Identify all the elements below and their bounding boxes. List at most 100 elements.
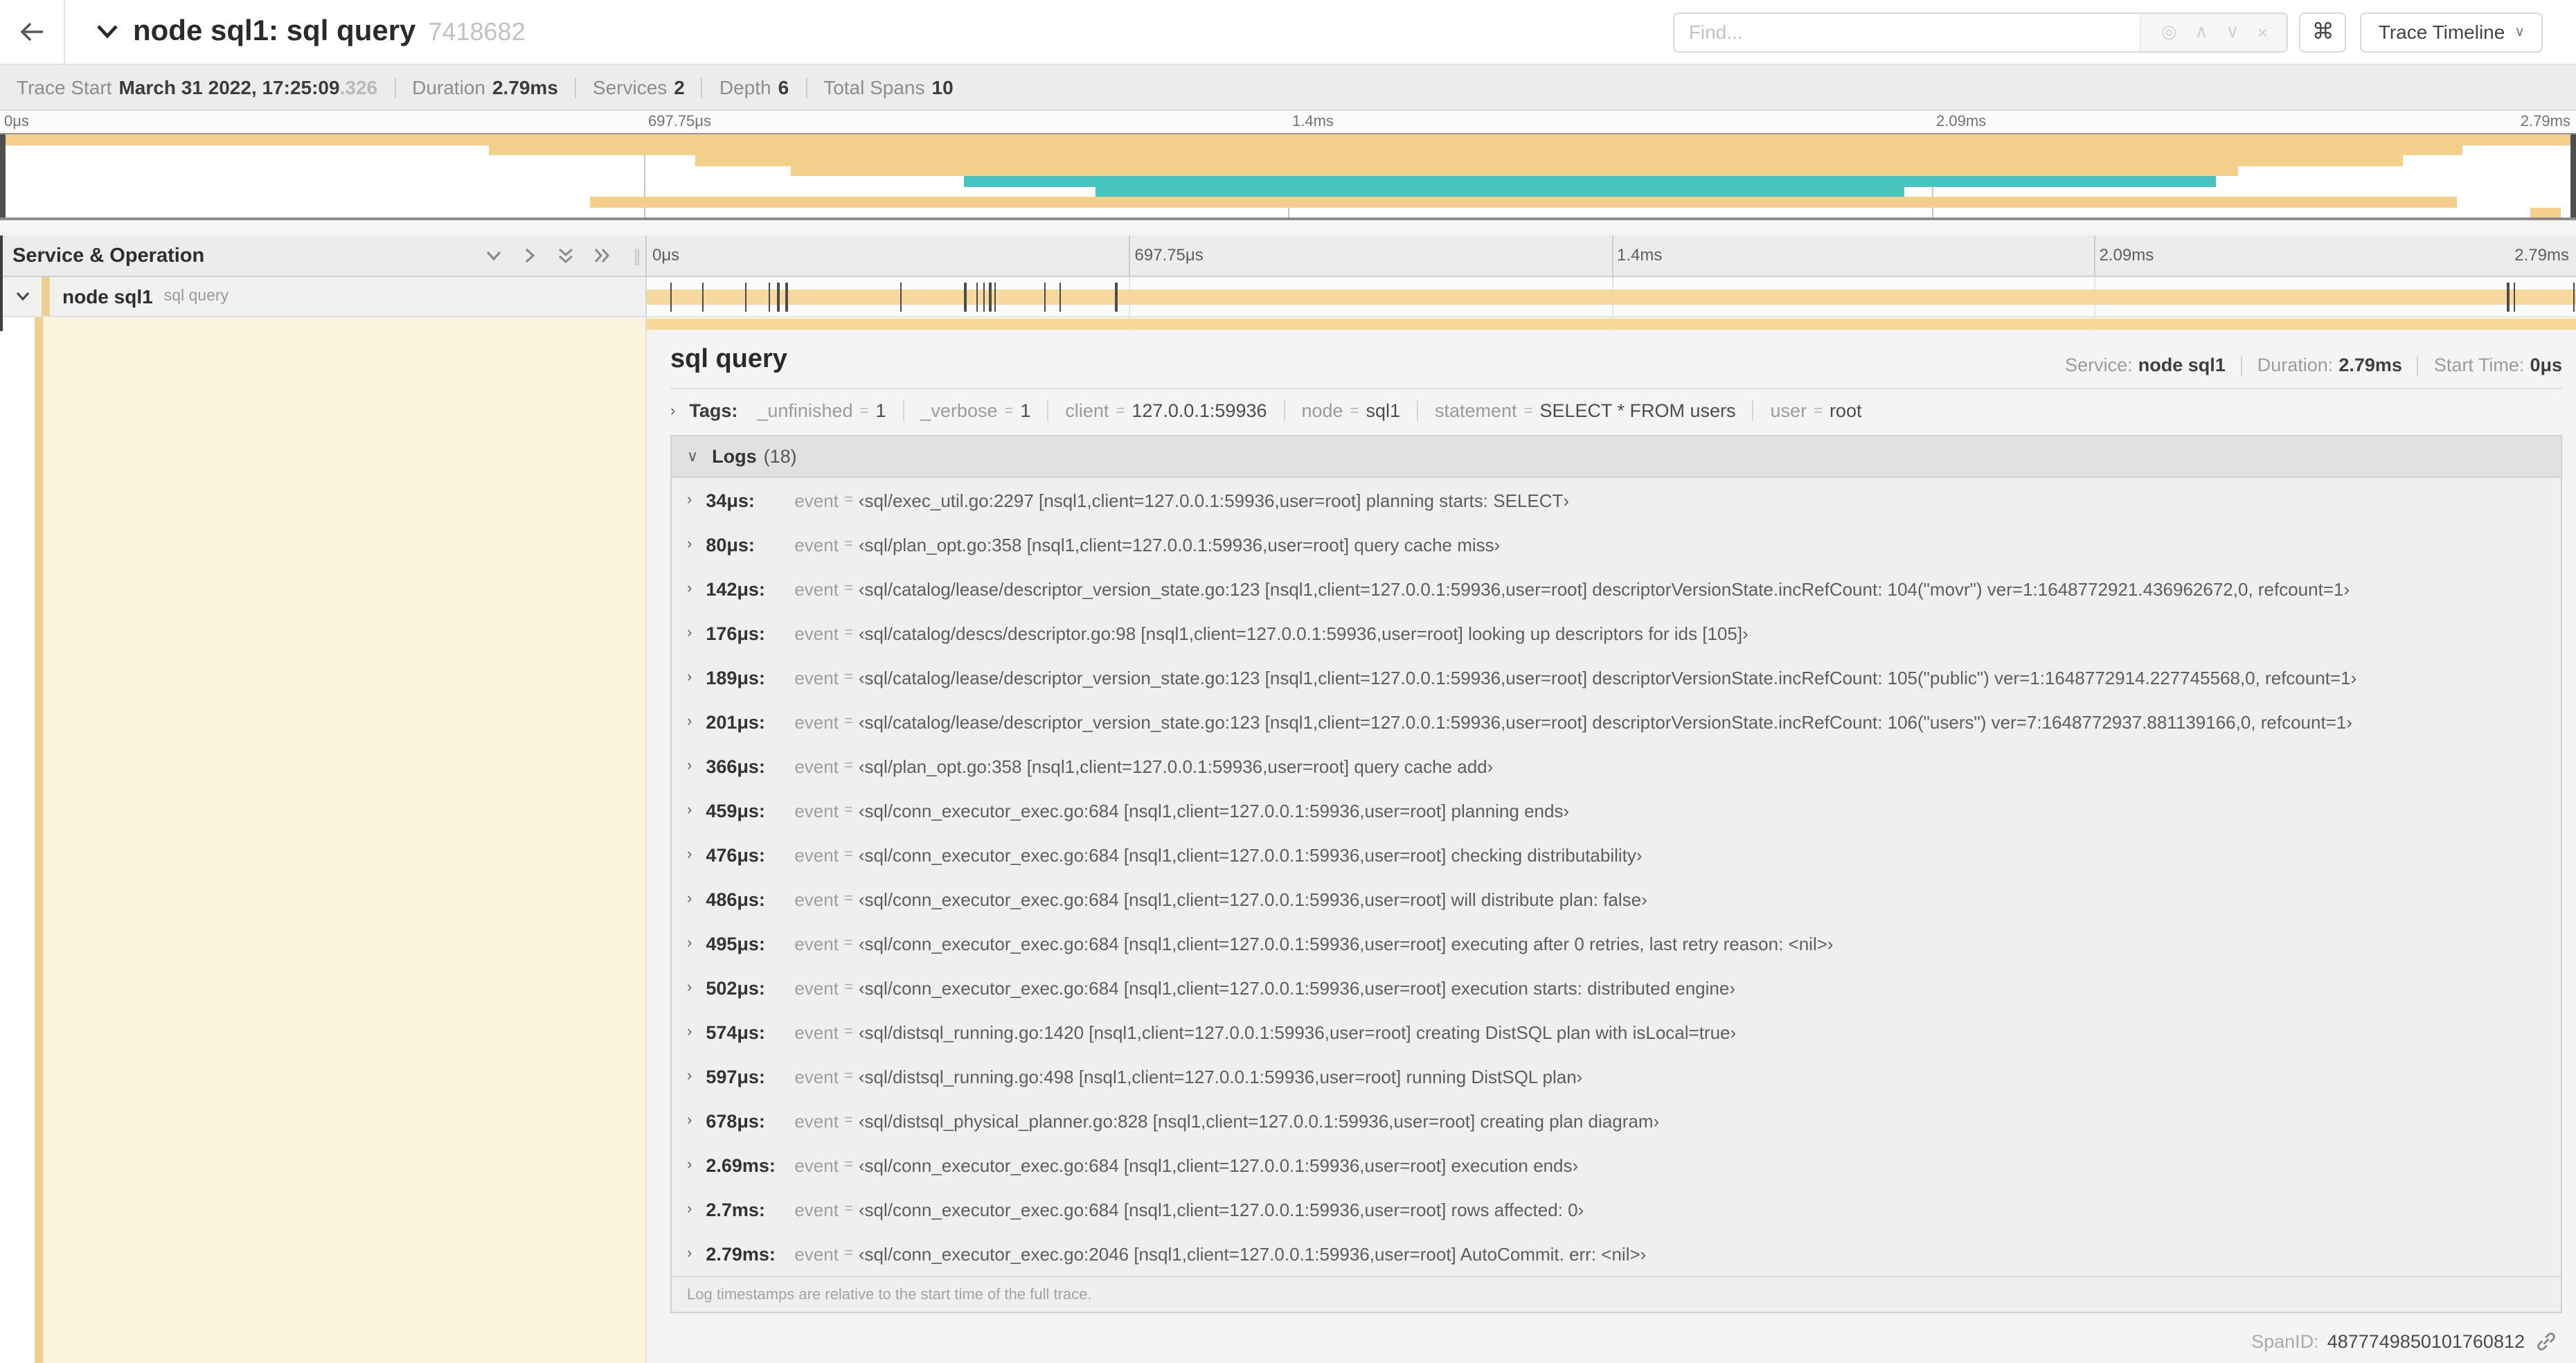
log-tick[interactable] <box>768 283 771 312</box>
log-entry-row[interactable]: › 495μs: event = ‹sql/conn_executor_exec… <box>672 921 2561 965</box>
back-button[interactable] <box>0 0 65 64</box>
ruler-tick-label: 2.79ms <box>2514 245 2569 265</box>
log-entry-row[interactable]: › 176μs: event = ‹sql/catalog/descs/desc… <box>672 611 2561 655</box>
log-tick[interactable] <box>983 283 985 312</box>
chevron-right-icon[interactable]: › <box>687 492 692 508</box>
chevron-right-icon[interactable]: › <box>687 1245 692 1262</box>
deep-link-icon[interactable] <box>2536 1330 2557 1351</box>
tags-row[interactable]: › Tags: _unfinished = 1 _verbose = 1 client = 12… <box>670 389 2562 432</box>
chevron-right-icon[interactable]: › <box>687 1112 692 1129</box>
log-tick[interactable] <box>989 283 991 312</box>
log-entry-row[interactable]: › 459μs: event = ‹sql/conn_executor_exec… <box>672 788 2561 832</box>
trace-view-selector[interactable]: Trace Timeline ∨ <box>2360 12 2543 52</box>
log-entry-row[interactable]: › 2.79ms: event = ‹sql/conn_executor_exe… <box>672 1231 2561 1276</box>
log-tick[interactable] <box>777 283 780 312</box>
chevron-right-icon[interactable]: › <box>670 402 675 419</box>
chevron-right-icon[interactable]: › <box>687 758 692 774</box>
chevron-down-icon[interactable]: ∨ <box>2226 21 2239 43</box>
command-icon: ⌘ <box>2311 21 2334 44</box>
chevron-down-icon[interactable]: ∨ <box>687 447 698 465</box>
log-entry-row[interactable]: › 142μs: event = ‹sql/catalog/lease/desc… <box>672 567 2561 611</box>
viewport-left-handle[interactable] <box>0 134 6 217</box>
log-entry-row[interactable]: › 502μs: event = ‹sql/conn_executor_exec… <box>672 965 2561 1010</box>
tag-key: user <box>1770 400 1807 421</box>
log-entry-row[interactable]: › 366μs: event = ‹sql/plan_opt.go:358 [n… <box>672 744 2561 788</box>
log-entry-row[interactable]: › 2.69ms: event = ‹sql/conn_executor_exe… <box>672 1143 2561 1187</box>
chevron-up-icon[interactable]: ∧ <box>2195 21 2208 43</box>
chevron-right-icon[interactable]: › <box>687 1024 692 1040</box>
log-tick[interactable] <box>994 283 996 312</box>
column-resize-handle[interactable]: ∥ <box>633 246 643 265</box>
find-input[interactable] <box>1674 13 2140 51</box>
log-equals: = <box>843 580 853 597</box>
service-color-bar <box>35 317 43 331</box>
log-tick[interactable] <box>701 283 704 312</box>
log-tick[interactable] <box>976 283 978 312</box>
span-name-cell[interactable]: node sql1 sql query <box>0 277 647 317</box>
log-tick[interactable] <box>2514 283 2516 312</box>
log-entry-row[interactable]: › 80μs: event = ‹sql/plan_opt.go:358 [ns… <box>672 522 2561 567</box>
chevron-right-icon[interactable]: › <box>687 979 692 996</box>
log-entry-row[interactable]: › 574μs: event = ‹sql/distsql_running.go… <box>672 1010 2561 1054</box>
log-equals: = <box>843 536 853 553</box>
chevron-right-icon[interactable]: › <box>687 846 692 863</box>
log-tick[interactable] <box>1115 283 1118 312</box>
keyboard-shortcuts-button[interactable]: ⌘ <box>2299 12 2347 52</box>
chevron-right-icon[interactable]: › <box>687 1157 692 1173</box>
log-tick[interactable] <box>1044 283 1046 312</box>
target-icon[interactable]: ◎ <box>2161 21 2177 43</box>
chevron-right-icon[interactable]: › <box>687 536 692 553</box>
minimap-span-bar <box>2530 207 2561 217</box>
chevron-right-icon[interactable]: › <box>687 580 692 597</box>
spanid-value: 4877749850101760812 <box>2327 1330 2525 1351</box>
log-field-name: event <box>794 578 839 599</box>
expand-all-icon[interactable] <box>593 247 611 265</box>
log-tick[interactable] <box>2573 283 2575 312</box>
log-tick[interactable] <box>785 283 788 312</box>
jaeger-trace-page: node sql1: sql query 7418682 ◎ ∧ ∨ × ⌘ T… <box>0 0 2576 1363</box>
log-entry-row[interactable]: › 201μs: event = ‹sql/catalog/lease/desc… <box>672 700 2561 744</box>
chevron-right-icon[interactable]: › <box>687 891 692 907</box>
chevron-right-icon[interactable]: › <box>687 935 692 952</box>
viewport-right-handle[interactable] <box>2570 134 2576 217</box>
log-field-name: event <box>794 933 839 954</box>
log-message: ‹sql/exec_util.go:2297 [nsql1,client=127… <box>858 490 1570 510</box>
minimap-canvas[interactable] <box>0 133 2576 220</box>
log-entry-row[interactable]: › 2.7ms: event = ‹sql/conn_executor_exec… <box>672 1187 2561 1231</box>
log-tick[interactable] <box>670 283 672 312</box>
log-tick[interactable] <box>1059 283 1062 312</box>
collapse-trace-chevron-icon[interactable] <box>96 24 119 40</box>
timeline-column-header: Service & Operation ∥ 0μs 697.75μs 1.4ms 2.… <box>0 235 2576 331</box>
minimap-tick-label: 1.4ms <box>1292 114 1334 130</box>
log-entry-row[interactable]: › 486μs: event = ‹sql/conn_executor_exec… <box>672 877 2561 921</box>
log-entry-row[interactable]: › 476μs: event = ‹sql/conn_executor_exec… <box>672 832 2561 877</box>
chevron-right-icon[interactable]: › <box>687 802 692 819</box>
log-tick[interactable] <box>2507 283 2510 312</box>
collapse-one-icon[interactable] <box>485 247 503 265</box>
chevron-right-icon[interactable]: › <box>687 1201 692 1218</box>
expand-one-icon[interactable] <box>521 247 539 265</box>
minimap-tick-label: 697.75μs <box>648 114 711 130</box>
chevron-right-icon[interactable]: › <box>687 625 692 641</box>
collapse-all-icon[interactable] <box>557 247 575 265</box>
detail-meta: Service: node sql1 Duration: 2.79ms Star… <box>2065 355 2562 375</box>
log-tick[interactable] <box>744 283 747 312</box>
chevron-right-icon[interactable]: › <box>687 713 692 730</box>
close-icon[interactable]: × <box>2257 21 2268 42</box>
trace-minimap[interactable]: 0μs 697.75μs 1.4ms 2.09ms 2.79ms <box>0 111 2576 220</box>
collapse-span-chevron-icon[interactable] <box>15 291 30 302</box>
span-bar-cell[interactable] <box>647 277 2576 317</box>
log-entry-row[interactable]: › 189μs: event = ‹sql/catalog/lease/desc… <box>672 655 2561 700</box>
chevron-right-icon[interactable]: › <box>687 1068 692 1085</box>
tags-label: Tags: <box>689 400 738 421</box>
minimap-span-bar <box>791 166 2239 176</box>
span-duration-bar[interactable] <box>647 289 2576 305</box>
log-entry-row[interactable]: › 34μs: event = ‹sql/exec_util.go:2297 [… <box>672 478 2561 522</box>
log-tick[interactable] <box>900 283 902 312</box>
log-entry-row[interactable]: › 597μs: event = ‹sql/distsql_running.go… <box>672 1054 2561 1098</box>
log-entry-row[interactable]: › 678μs: event = ‹sql/distsql_physical_p… <box>672 1098 2561 1143</box>
tag-key: client <box>1065 400 1109 421</box>
logs-header[interactable]: ∨ Logs (18) <box>672 436 2561 478</box>
chevron-right-icon[interactable]: › <box>687 669 692 686</box>
log-tick[interactable] <box>964 283 967 312</box>
